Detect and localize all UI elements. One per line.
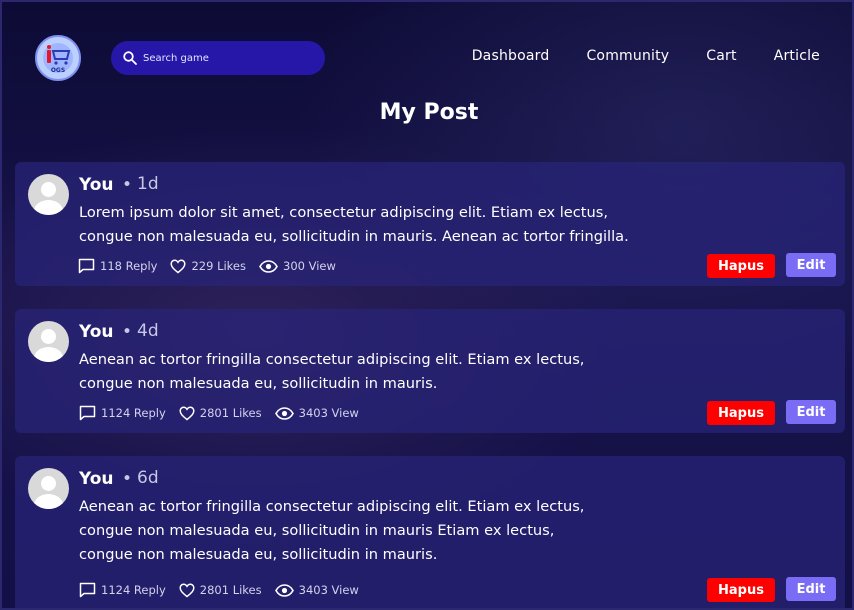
chat-bubble-icon — [79, 405, 96, 421]
heart-icon — [179, 583, 195, 597]
post-text-line: congue non malesuada eu, sollicitudin in… — [79, 375, 438, 392]
post-card: You • 1d Lorem ipsum dolor sit amet, con… — [15, 162, 845, 286]
likes-stat[interactable]: 229 Likes — [170, 259, 246, 274]
chat-bubble-icon — [78, 258, 95, 274]
reply-stat[interactable]: 118 Reply — [78, 258, 157, 274]
post-text-line: congue non malesuada eu, sollicitudin in… — [79, 228, 629, 245]
app-frame: OGS Dashboard Community Cart Article My … — [0, 0, 854, 610]
post-card: You • 4d Aenean ac tortor fringilla cons… — [15, 309, 845, 433]
views-count: 3403 View — [298, 583, 359, 597]
page-title: My Post — [379, 100, 479, 125]
separator-dot: • — [122, 175, 133, 195]
separator-dot: • — [122, 322, 133, 342]
post-stats: 1124 Reply 2801 Likes 3403 View — [79, 582, 372, 598]
post-time: 4d — [137, 321, 159, 341]
user-avatar-icon[interactable] — [28, 468, 69, 509]
delete-button[interactable]: Hapus — [707, 578, 775, 602]
post-author[interactable]: You — [79, 469, 114, 489]
post-author[interactable]: You — [79, 175, 114, 195]
delete-button[interactable]: Hapus — [707, 401, 775, 425]
post-text-line: Lorem ipsum dolor sit amet, consectetur … — [79, 204, 608, 221]
post-card: You • 6d Aenean ac tortor fringilla cons… — [15, 456, 845, 608]
reply-count: 1124 Reply — [101, 583, 166, 597]
post-text-line: Aenean ac tortor fringilla consectetur a… — [79, 351, 585, 368]
views-stat: 3403 View — [274, 583, 359, 597]
nav-dashboard[interactable]: Dashboard — [472, 48, 550, 64]
post-time: 6d — [137, 468, 159, 488]
search-icon — [123, 51, 137, 65]
views-count: 300 View — [283, 259, 336, 273]
nav-community[interactable]: Community — [586, 48, 669, 64]
reply-count: 118 Reply — [100, 259, 158, 273]
nav-article[interactable]: Article — [774, 48, 820, 64]
search-bar[interactable] — [111, 41, 325, 75]
edit-button[interactable]: Edit — [786, 577, 836, 601]
eye-icon — [274, 583, 294, 597]
likes-count: 2801 Likes — [199, 406, 262, 420]
heart-icon — [179, 406, 195, 420]
edit-button[interactable]: Edit — [786, 400, 836, 424]
post-stats: 1124 Reply 2801 Likes 3403 View — [79, 405, 372, 421]
post-text: Aenean ac tortor fringilla consectetur a… — [79, 495, 719, 567]
user-avatar-icon[interactable] — [28, 321, 69, 362]
eye-icon — [259, 259, 278, 273]
shopping-cart-logo-icon: OGS — [43, 43, 73, 74]
top-nav: Dashboard Community Cart Article — [472, 48, 820, 64]
post-text-line: congue non malesuada eu, sollicitudin in… — [79, 546, 438, 563]
likes-count: 229 Likes — [191, 259, 246, 273]
likes-count: 2801 Likes — [199, 583, 262, 597]
post-text: Lorem ipsum dolor sit amet, consectetur … — [79, 201, 719, 249]
separator-dot: • — [122, 469, 133, 489]
likes-stat[interactable]: 2801 Likes — [179, 406, 262, 421]
reply-stat[interactable]: 1124 Reply — [79, 582, 166, 598]
reply-count: 1124 Reply — [101, 406, 166, 420]
reply-stat[interactable]: 1124 Reply — [79, 405, 166, 421]
chat-bubble-icon — [79, 582, 96, 598]
post-stats: 118 Reply 229 Likes 300 View — [78, 258, 349, 274]
delete-button[interactable]: Hapus — [707, 254, 775, 278]
edit-button[interactable]: Edit — [786, 253, 836, 277]
views-count: 3403 View — [298, 406, 359, 420]
search-input[interactable] — [143, 52, 313, 64]
svg-text:OGS: OGS — [51, 67, 65, 74]
views-stat: 300 View — [259, 259, 336, 273]
post-text-line: Aenean ac tortor fringilla consectetur a… — [79, 498, 585, 515]
eye-icon — [274, 406, 294, 420]
views-stat: 3403 View — [274, 406, 359, 420]
heart-icon — [170, 259, 187, 273]
likes-stat[interactable]: 2801 Likes — [179, 583, 262, 598]
user-avatar-icon[interactable] — [28, 174, 69, 215]
post-text-line: congue non malesuada eu, sollicitudin in… — [79, 522, 555, 539]
logo[interactable]: OGS — [35, 35, 81, 81]
post-text: Aenean ac tortor fringilla consectetur a… — [79, 348, 719, 396]
post-author[interactable]: You — [79, 322, 114, 342]
post-time: 1d — [137, 174, 159, 194]
nav-cart[interactable]: Cart — [706, 48, 736, 64]
